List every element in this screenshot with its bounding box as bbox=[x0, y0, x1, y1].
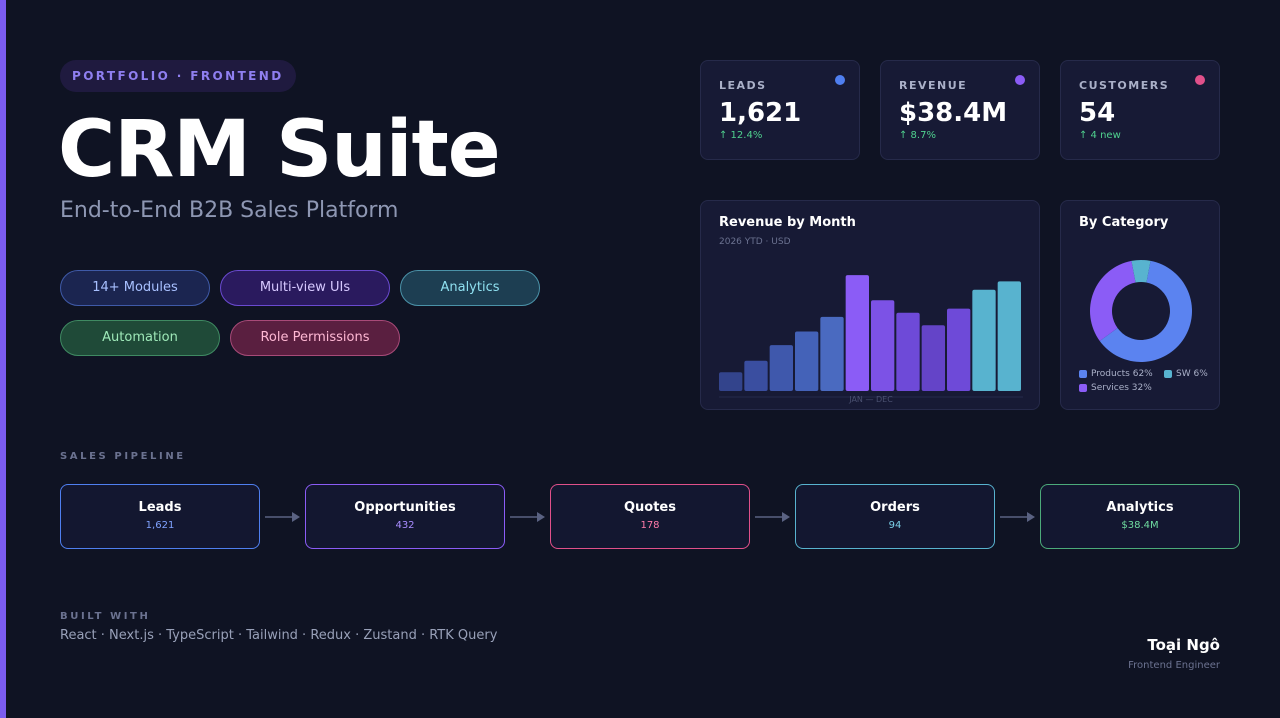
arrow-right-icon bbox=[510, 512, 545, 522]
x-axis-label: JAN — DEC bbox=[848, 395, 893, 404]
arrow-right-icon bbox=[755, 512, 790, 522]
stat-value: 54 bbox=[1079, 98, 1116, 128]
legend-swatch bbox=[1164, 369, 1172, 378]
legend-item-services: Services 32% bbox=[1079, 383, 1152, 393]
bar-month-3 bbox=[769, 345, 793, 391]
accent-bar bbox=[0, 0, 6, 718]
revenue-bar-chart: JAN — DEC bbox=[719, 275, 1023, 404]
tag-multi-view: Multi-view UIs bbox=[220, 270, 390, 306]
category-donut-chart bbox=[1090, 260, 1192, 362]
bar-month-2 bbox=[744, 360, 768, 391]
stat-card-customers: CUSTOMERS 54 ↑ 4 new bbox=[1060, 60, 1220, 160]
tag-role-permissions: Role Permissions bbox=[230, 320, 400, 356]
tag-automation: Automation bbox=[60, 320, 220, 356]
stat-value: $38.4M bbox=[899, 98, 1008, 128]
legend-item-products: Products 62% bbox=[1079, 369, 1153, 379]
page-subtitle: End-to-End B2B Sales Platform bbox=[60, 198, 399, 223]
pipeline-arrows bbox=[265, 512, 1035, 522]
stat-value: 1,621 bbox=[719, 98, 802, 128]
legend-label: Products 62% bbox=[1091, 369, 1153, 379]
stat-delta: ↑ 4 new bbox=[1079, 130, 1121, 141]
eyebrow-badge: PORTFOLIO · FRONTEND bbox=[60, 60, 296, 92]
stat-label: REVENUE bbox=[899, 79, 968, 92]
legend-item-sw: SW 6% bbox=[1164, 369, 1208, 379]
bar-month-10 bbox=[947, 308, 971, 391]
stat-label: CUSTOMERS bbox=[1079, 79, 1170, 92]
bar-month-5 bbox=[820, 316, 844, 391]
stat-card-leads: LEADS 1,621 ↑ 12.4% bbox=[700, 60, 860, 160]
legend-swatch bbox=[1079, 369, 1087, 378]
status-dot bbox=[1195, 75, 1205, 85]
legend-label: SW 6% bbox=[1176, 369, 1208, 379]
tag-analytics: Analytics bbox=[400, 270, 540, 306]
bar-month-4 bbox=[795, 331, 819, 391]
legend-label: Services 32% bbox=[1091, 383, 1152, 393]
stat-delta: ↑ 12.4% bbox=[719, 130, 763, 141]
bar-month-7 bbox=[871, 300, 895, 391]
category-chart-panel: By Category Products 62% SW 6% Services … bbox=[1060, 200, 1220, 410]
chart-title: By Category bbox=[1079, 215, 1169, 230]
page-title: CRM Suite bbox=[58, 105, 501, 195]
arrow-right-icon bbox=[1000, 512, 1035, 522]
built-with-label: BUILT WITH bbox=[60, 611, 151, 622]
author-role: Frontend Engineer bbox=[1128, 660, 1220, 671]
arrow-right-icon bbox=[265, 512, 300, 522]
donut-slice-services bbox=[1090, 260, 1136, 341]
bar-month-9 bbox=[921, 325, 945, 391]
revenue-chart-panel: Revenue by Month 2026 YTD · USD JAN — DE… bbox=[700, 200, 1040, 410]
bar-month-8 bbox=[896, 312, 920, 391]
tech-stack: React · Next.js · TypeScript · Tailwind … bbox=[60, 628, 498, 643]
bar-month-11 bbox=[972, 289, 996, 391]
bar-month-6 bbox=[845, 275, 869, 391]
stat-delta: ↑ 8.7% bbox=[899, 130, 936, 141]
pipeline-section-label: SALES PIPELINE bbox=[60, 451, 186, 462]
bar-month-1 bbox=[719, 372, 743, 391]
tag-modules: 14+ Modules bbox=[60, 270, 210, 306]
stat-label: LEADS bbox=[719, 79, 767, 92]
legend-swatch bbox=[1079, 383, 1087, 392]
status-dot bbox=[835, 75, 845, 85]
author-name: Toại Ngô bbox=[1147, 636, 1220, 654]
bar-month-12 bbox=[997, 281, 1021, 391]
status-dot bbox=[1015, 75, 1025, 85]
stat-card-revenue: REVENUE $38.4M ↑ 8.7% bbox=[880, 60, 1040, 160]
